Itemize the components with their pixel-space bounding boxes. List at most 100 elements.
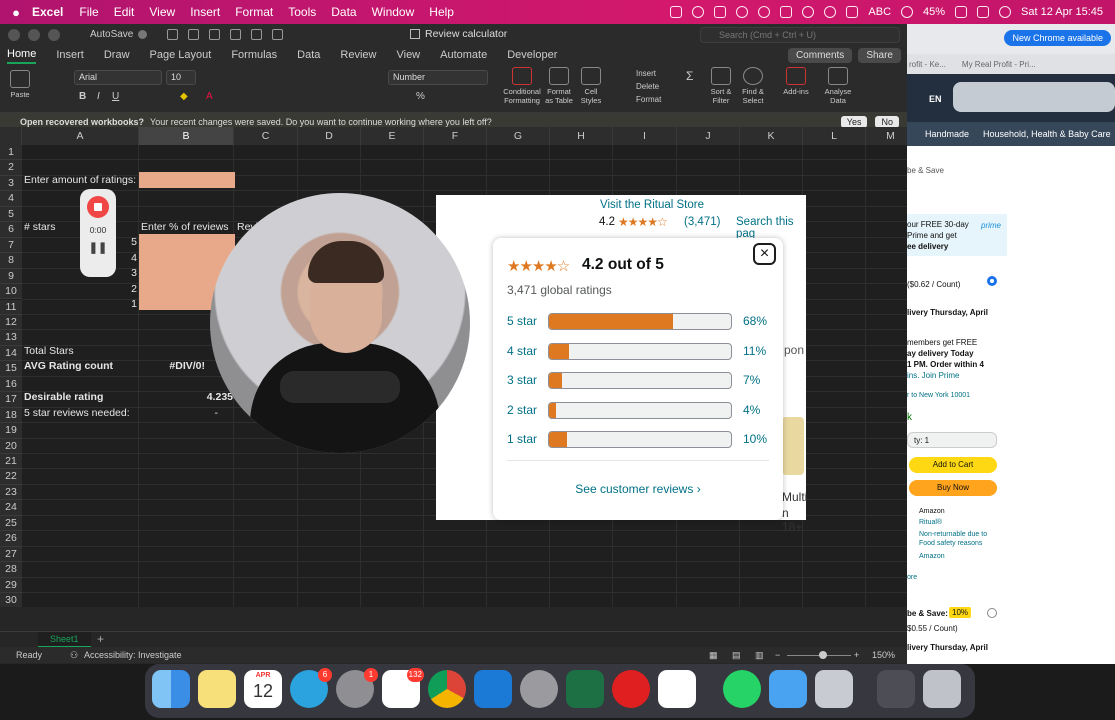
page-layout-icon[interactable]: ▤ — [732, 650, 741, 661]
column-header-d[interactable]: D — [298, 127, 361, 145]
trash-icon[interactable] — [923, 670, 961, 708]
sum-icon[interactable]: Σ — [686, 69, 693, 83]
row-header-5[interactable]: 5 — [0, 206, 22, 223]
number-format-select[interactable]: Number — [388, 70, 488, 85]
row-header-14[interactable]: 14 — [0, 345, 22, 362]
visit-store-link[interactable]: Visit the Ritual Store — [600, 199, 704, 211]
column-header-m[interactable]: M — [866, 127, 907, 145]
add-to-cart-button[interactable]: Add to Cart — [909, 457, 997, 473]
histogram-label[interactable]: 5 star — [507, 314, 537, 328]
cell-a15[interactable]: Desirable rating — [24, 391, 103, 403]
print-icon[interactable] — [230, 29, 242, 40]
messenger-icon[interactable] — [758, 6, 771, 18]
row-header-28[interactable]: 28 — [0, 562, 22, 578]
redo-icon[interactable] — [272, 29, 284, 40]
menu-tools[interactable]: Tools — [288, 5, 316, 19]
column-header-e[interactable]: E — [361, 127, 424, 145]
column-header-h[interactable]: H — [550, 127, 613, 145]
cell-a4[interactable]: # stars — [24, 221, 56, 233]
histogram-label[interactable]: 4 star — [507, 344, 537, 358]
returns-line-1[interactable]: Non-returnable due to — [919, 531, 987, 538]
zoom-slider-handle[interactable] — [819, 651, 827, 659]
edit-icon[interactable] — [209, 29, 221, 40]
add-sheet-button[interactable]: + — [97, 632, 104, 646]
menu-insert[interactable]: Insert — [190, 5, 220, 19]
column-header-i[interactable]: I — [613, 127, 677, 145]
comments-button[interactable]: Comments — [787, 47, 853, 63]
stop-recording-button[interactable] — [87, 196, 109, 218]
autosave-toggle[interactable]: AutoSave — [90, 29, 148, 40]
pause-icon[interactable]: ❚❚ — [80, 241, 116, 254]
tab-profit-keepa[interactable]: rofit - Ke... — [909, 60, 946, 69]
insert-cells-button[interactable]: Insert — [636, 69, 656, 78]
bold-button[interactable]: B — [79, 91, 86, 102]
battery-icon[interactable] — [955, 6, 968, 18]
histogram-row-3-star[interactable]: 3 star 7% — [507, 372, 775, 390]
sheet-tab-sheet1[interactable]: Sheet1 — [38, 632, 91, 648]
row-header-11[interactable]: 11 — [0, 299, 22, 315]
finder-icon[interactable] — [152, 670, 190, 708]
row-header-26[interactable]: 26 — [0, 531, 22, 547]
telegram-icon[interactable]: 6 — [290, 668, 332, 708]
row-header-21[interactable]: 21 — [0, 454, 22, 470]
menu-data[interactable]: Data — [331, 5, 356, 19]
histogram-label[interactable]: 1 star — [507, 432, 537, 446]
calendar-icon[interactable]: APR 12 — [244, 670, 282, 708]
nav-handmade[interactable]: Handmade — [925, 129, 969, 139]
row-header-19[interactable]: 19 — [0, 423, 22, 439]
product-thumbnail[interactable] — [782, 417, 804, 475]
tab-developer[interactable]: Developer — [507, 47, 557, 63]
column-header-j[interactable]: J — [677, 127, 740, 145]
ratings-input-cell[interactable] — [139, 172, 235, 188]
row-header-22[interactable]: 22 — [0, 469, 22, 485]
column-header-l[interactable]: L — [803, 127, 866, 145]
see-customer-reviews-link[interactable]: See customer reviews › — [493, 482, 783, 496]
column-header-a[interactable]: A — [22, 127, 139, 145]
histogram-bar[interactable] — [548, 313, 732, 330]
row-header-16[interactable]: 16 — [0, 376, 22, 393]
menu-window[interactable]: Window — [372, 5, 415, 19]
display-icon[interactable] — [780, 6, 793, 18]
histogram-percent[interactable]: 68% — [743, 314, 767, 328]
row-header-27[interactable]: 27 — [0, 546, 22, 563]
inline-rating-count[interactable]: (3,471) — [684, 216, 720, 228]
histogram-percent[interactable]: 4% — [743, 403, 760, 417]
cell-b4[interactable]: Enter % of reviews — [141, 221, 229, 233]
sold-by[interactable]: Ritual® — [919, 519, 942, 526]
inline-stars-icon[interactable]: ★★★★☆ — [618, 215, 668, 229]
search-this-page-link[interactable]: Search this pag — [736, 216, 806, 240]
notion-icon[interactable] — [658, 670, 696, 708]
column-header-f[interactable]: F — [424, 127, 487, 145]
cell-b16[interactable]: - — [140, 407, 219, 419]
excel-icon[interactable] — [566, 670, 604, 708]
cell-a8[interactable]: 2 — [100, 283, 137, 295]
row-header-29[interactable]: 29 — [0, 577, 22, 594]
cell-a12[interactable]: Total Stars — [24, 345, 74, 357]
search-input[interactable]: Search (Cmd + Ctrl + U) — [700, 27, 900, 43]
accessibility-status[interactable]: Accessibility: Investigate — [84, 650, 182, 660]
percent-button[interactable]: % — [416, 91, 425, 102]
slack-icon[interactable]: 132 — [382, 668, 424, 708]
row-header-3[interactable]: 3 — [0, 175, 22, 192]
histogram-row-1-star[interactable]: 1 star 10% — [507, 431, 775, 449]
screen-record-icon[interactable] — [692, 6, 705, 18]
sort-filter-button[interactable]: Sort & Filter — [706, 67, 736, 105]
tab-insert[interactable]: Insert — [56, 47, 84, 63]
buy-now-button[interactable]: Buy Now — [909, 480, 997, 496]
histogram-label[interactable]: 3 star — [507, 373, 537, 387]
addins-button[interactable]: Add-ins — [782, 67, 810, 96]
close-window-icon[interactable] — [8, 28, 20, 41]
row-header-9[interactable]: 9 — [0, 268, 22, 285]
home-icon[interactable] — [167, 29, 179, 40]
menu-edit[interactable]: Edit — [114, 5, 135, 19]
font-color-icon[interactable]: A — [206, 91, 213, 102]
volume-icon[interactable] — [714, 6, 727, 18]
chrome-icon[interactable] — [428, 670, 466, 708]
tab-view[interactable]: View — [396, 47, 420, 63]
tab-my-real-profit[interactable]: My Real Profit - Pri... — [962, 60, 1036, 69]
row-header-23[interactable]: 23 — [0, 484, 22, 501]
row-header-17[interactable]: 17 — [0, 392, 22, 408]
notes-icon[interactable] — [198, 670, 236, 708]
row-header-4[interactable]: 4 — [0, 191, 22, 207]
cell-b15[interactable]: 4.235 — [140, 391, 233, 403]
